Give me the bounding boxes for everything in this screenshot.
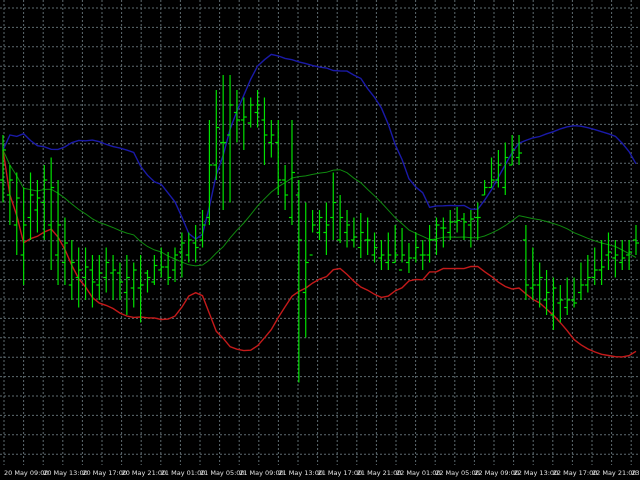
- ohlc-bar: [577, 262, 584, 300]
- ohlc-bar: [110, 255, 117, 300]
- ohlc-bar: [605, 232, 612, 270]
- ohlc-bar: [213, 90, 220, 180]
- x-tick-label: 21 May 13:00: [278, 469, 323, 477]
- ohlc-bar: [288, 120, 295, 225]
- x-tick-label: 21 May 05:00: [200, 469, 245, 477]
- ohlc-bar: [385, 232, 392, 270]
- middle-band-line: [2, 149, 637, 267]
- ohlc-bar: [103, 247, 110, 293]
- ohlc-bar: [192, 225, 199, 263]
- ohlc-bar: [82, 247, 89, 300]
- ohlc-bar: [254, 90, 261, 128]
- ohlc-bar: [61, 217, 68, 285]
- ohlc-bar: [309, 210, 316, 256]
- ohlc-bar: [426, 225, 433, 263]
- ohlc-bar: [357, 213, 364, 258]
- ohlc-bar: [178, 232, 185, 278]
- ohlc-bar: [378, 240, 385, 270]
- ohlc-bar: [337, 195, 344, 243]
- x-tick-label: 23: [631, 469, 639, 477]
- x-tick-label: 21 May 17:00: [318, 469, 363, 477]
- x-tick-label: 20 May 17:00: [82, 469, 127, 477]
- ohlc-bar: [550, 277, 557, 330]
- ohlc-bar: [144, 270, 151, 293]
- ohlc-bar: [6, 165, 13, 225]
- ohlc-bar: [543, 270, 550, 315]
- ohlc-bar: [34, 180, 41, 233]
- price-bars: [0, 75, 639, 383]
- ohlc-bar: [412, 232, 419, 263]
- ohlc-bar: [137, 255, 144, 323]
- ohlc-bar: [467, 210, 474, 248]
- ohlc-bar: [536, 262, 543, 308]
- ohlc-bar: [220, 75, 227, 210]
- x-tick-label: 20 May 21:00: [122, 469, 167, 477]
- ohlc-bar: [440, 217, 447, 248]
- ohlc-bar: [185, 232, 192, 263]
- ohlc-bar: [48, 157, 55, 270]
- x-tick-label: 22 May 01:00: [396, 469, 441, 477]
- ohlc-bar: [481, 180, 488, 196]
- ohlc-bar: [206, 120, 213, 225]
- x-tick-label: 21 May 09:00: [239, 469, 284, 477]
- ohlc-bar: [633, 225, 639, 255]
- ohlc-bar: [529, 247, 536, 300]
- ohlc-bar: [460, 213, 467, 240]
- ohlc-bar: [123, 255, 130, 315]
- ohlc-bar: [619, 240, 626, 270]
- ohlc-bar: [433, 217, 440, 255]
- ohlc-bar: [399, 228, 406, 271]
- ohlc-bar: [295, 180, 302, 383]
- ohlc-bar: [516, 135, 523, 165]
- ohlc-bar: [130, 262, 137, 308]
- ohlc-bar: [275, 120, 282, 195]
- ohlc-bar: [96, 255, 103, 300]
- ohlc-bar: [330, 172, 337, 240]
- x-tick-label: 22 May 17:00: [553, 469, 598, 477]
- ohlc-bar: [447, 210, 454, 240]
- ohlc-bar: [405, 243, 412, 273]
- ohlc-bar: [474, 202, 481, 240]
- ohlc-bar: [509, 135, 516, 166]
- ohlc-bar: [302, 202, 309, 338]
- ohlc-bar: [392, 225, 399, 264]
- ohlc-bar: [419, 240, 426, 270]
- chart: 20 May 09:00 20 May 13:00 20 May 17:00 20 M…: [0, 0, 640, 480]
- ohlc-bar: [247, 97, 254, 128]
- ohlc-bar: [350, 217, 357, 248]
- x-tick-label: 21 May 01:00: [161, 469, 206, 477]
- ohlc-bar: [151, 255, 158, 285]
- ohlc-bar: [13, 172, 20, 255]
- ohlc-bar: [172, 247, 179, 282]
- x-tick-label: 21 May 21:00: [357, 469, 402, 477]
- lower-band-line: [2, 149, 637, 358]
- bands: [2, 53, 637, 358]
- ohlc-bar: [522, 225, 529, 300]
- ohlc-bar: [598, 240, 605, 285]
- chart-canvas: 20 May 09:0020 May 13:0020 May 17:0020 M…: [0, 0, 640, 477]
- x-tick-label: 22 May 09:00: [474, 469, 519, 477]
- x-axis: 20 May 09:0020 May 13:0020 May 17:0020 M…: [4, 469, 639, 477]
- ohlc-bar: [282, 165, 289, 210]
- ohlc-bar: [41, 165, 48, 240]
- ohlc-bar: [364, 217, 371, 255]
- ohlc-bar: [323, 202, 330, 255]
- ohlc-bar: [344, 210, 351, 248]
- x-tick-label: 22 May 21:00: [592, 469, 637, 477]
- ohlc-bar: [261, 97, 268, 165]
- x-tick-label: 22 May 13:00: [514, 469, 559, 477]
- x-tick-label: 22 May 05:00: [435, 469, 480, 477]
- x-tick-label: 20 May 13:00: [43, 469, 88, 477]
- ohlc-bar: [268, 120, 275, 158]
- ohlc-bar: [55, 180, 62, 285]
- x-tick-label: 20 May 09:00: [4, 469, 49, 477]
- ohlc-bar: [564, 277, 571, 315]
- ohlc-bar: [158, 247, 165, 278]
- ohlc-bar: [557, 285, 564, 323]
